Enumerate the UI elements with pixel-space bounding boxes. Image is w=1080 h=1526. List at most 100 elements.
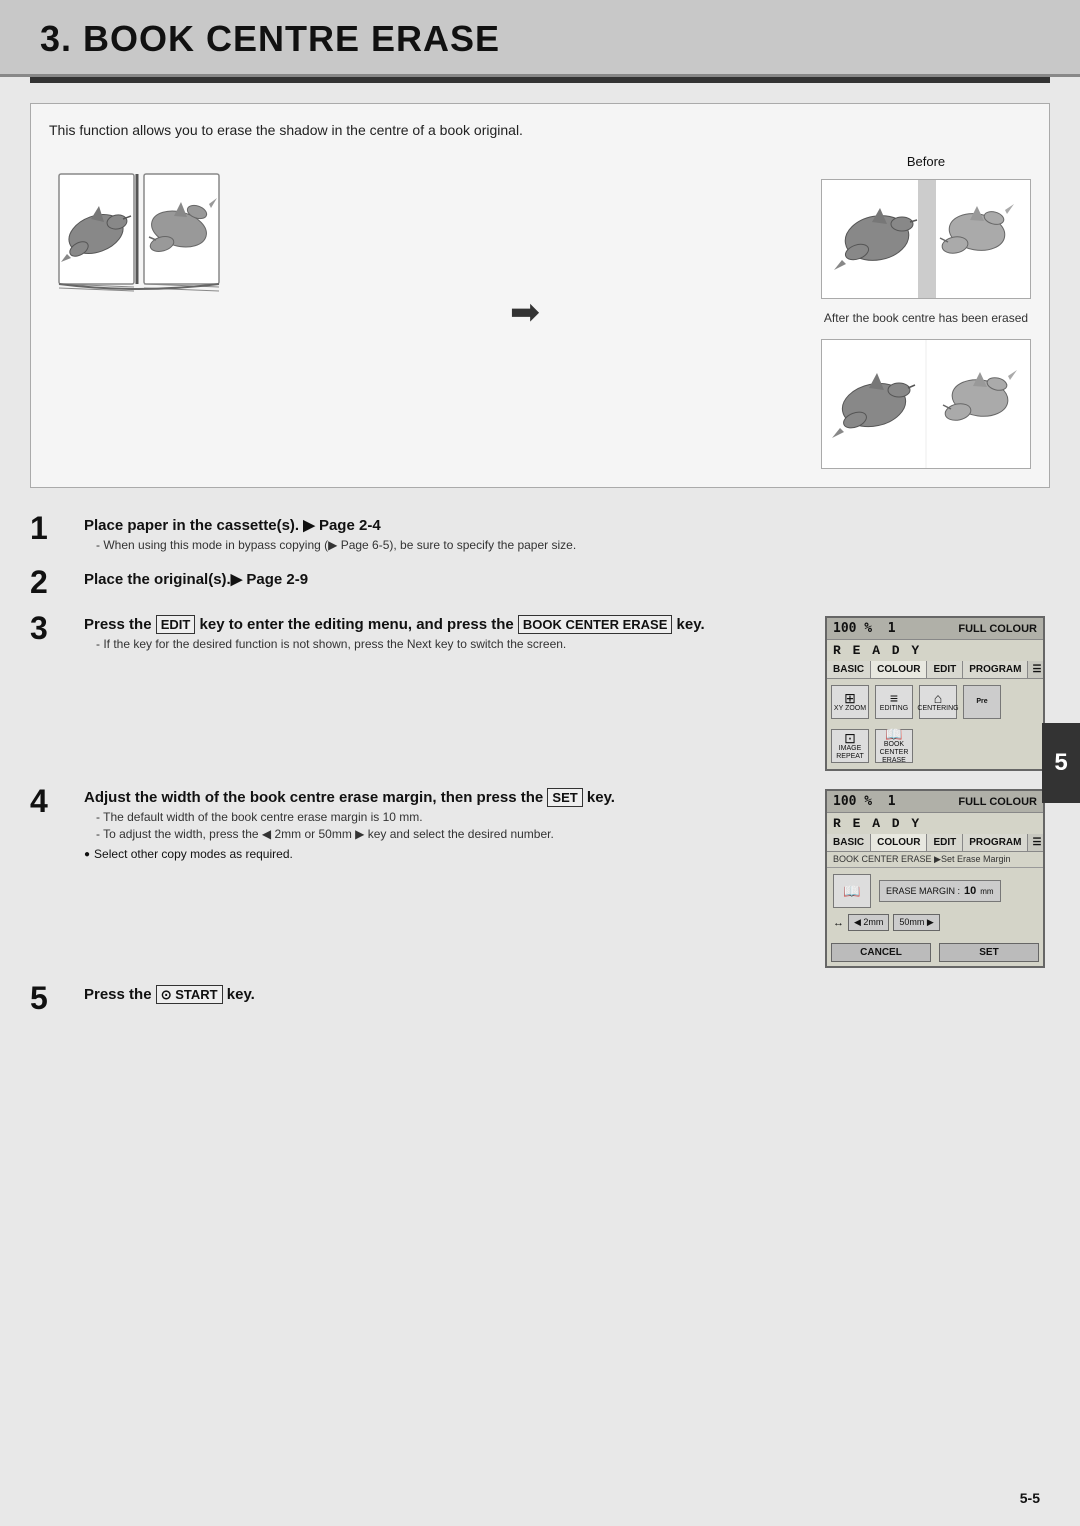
lcd-cancel-btn[interactable]: CANCEL — [831, 943, 931, 962]
illustration-box: This function allows you to erase the sh… — [30, 103, 1050, 488]
page-header: 3. BOOK CENTRE ERASE — [0, 0, 1080, 77]
book-center-erase-label: BOOK CENTER ERASE — [876, 741, 912, 764]
before-label: Before — [907, 154, 945, 169]
step-4-text: Adjust the width of the book centre eras… — [84, 789, 811, 861]
lcd-top-bar-2: 100 % 1 FULL COLOUR — [827, 791, 1043, 813]
erase-margin-unit: mm — [980, 887, 993, 896]
lcd-step4-content: 📖 ERASE MARGIN : 10 mm ↔ ◀ 2mm — [827, 868, 1043, 943]
step-4-number: 4 — [30, 785, 70, 817]
lcd-icons-row-1: ⊞ XY ZOOM ≡ EDITING ⌂ CENTERING — [827, 679, 1043, 725]
image-repeat-label: IMAGE REPEAT — [832, 745, 868, 760]
lcd-mode-2: FULL COLOUR — [958, 796, 1037, 808]
lcd-tab-basic-2[interactable]: BASIC — [827, 834, 871, 851]
before-image-box — [821, 179, 1031, 299]
lcd-tab-program-1[interactable]: PROGRAM — [963, 661, 1028, 678]
lcd-xy-zoom-btn[interactable]: ⊞ XY ZOOM — [831, 685, 869, 719]
book-center-erase-icon: 📖 — [885, 727, 902, 741]
illustration-area: ➡ Before — [49, 154, 1031, 469]
step-4-note-2: To adjust the width, press the ◀ 2mm or … — [96, 827, 811, 841]
lcd-book-icon: 📖 — [843, 884, 860, 898]
step-1-number: 1 — [30, 512, 70, 544]
lcd-tabs-1: BASIC COLOUR EDIT PROGRAM ☰ — [827, 661, 1043, 679]
step-4-content: Adjust the width of the book centre eras… — [84, 789, 1050, 968]
page-number: 5-5 — [1020, 1490, 1040, 1506]
lcd-2mm-btn[interactable]: ◀ 2mm — [848, 914, 889, 931]
lcd-tab-edit-2[interactable]: EDIT — [927, 834, 963, 851]
lcd-ready-2: R E A D Y — [827, 813, 1043, 834]
pre-label: Pre — [976, 698, 987, 706]
lcd-mode-1: FULL COLOUR — [958, 623, 1037, 635]
after-image-svg — [822, 340, 1030, 468]
step-2: 2 Place the original(s).▶ Page 2-9 — [30, 570, 1050, 598]
lcd-panel-2: 100 % 1 FULL COLOUR R E A D Y BASIC COLO… — [825, 789, 1045, 968]
arrow-right-icon: ➡ — [510, 291, 540, 333]
lcd-tab-more-1[interactable]: ☰ — [1028, 661, 1045, 678]
erase-margin-value: 10 — [964, 885, 976, 897]
book-illustration — [49, 154, 229, 309]
step-3: 3 Press the EDIT key to enter the editin… — [30, 616, 1050, 771]
lcd-book-icon-btn[interactable]: 📖 — [833, 874, 871, 908]
image-repeat-icon: ⊡ — [844, 731, 856, 745]
lcd-breadcrumb: BOOK CENTER ERASE ▶Set Erase Margin — [827, 852, 1043, 868]
lcd-bottom-btns: CANCEL SET — [827, 943, 1043, 966]
lcd-book-center-erase-btn[interactable]: 📖 BOOK CENTER ERASE — [875, 729, 913, 763]
step-3-panel: 100 % 1 FULL COLOUR R E A D Y BASIC COLO… — [825, 616, 1050, 771]
centering-label: CENTERING — [917, 705, 958, 713]
lcd-tab-more-2[interactable]: ☰ — [1028, 834, 1045, 851]
lcd-tabs-2: BASIC COLOUR EDIT PROGRAM ☰ — [827, 834, 1043, 852]
after-image-box — [821, 339, 1031, 469]
lcd-tab-edit-1[interactable]: EDIT — [927, 661, 963, 678]
lcd-percent-2: 100 % 1 — [833, 794, 896, 809]
step-1-content: Place paper in the cassette(s). ▶ Page 2… — [84, 516, 1050, 552]
lcd-centering-btn[interactable]: ⌂ CENTERING — [919, 685, 957, 719]
editing-label: EDITING — [880, 705, 908, 713]
lcd-set-btn[interactable]: SET — [939, 943, 1039, 962]
step-4-title: Adjust the width of the book centre eras… — [84, 789, 811, 806]
editing-icon: ≡ — [890, 691, 898, 705]
before-image-svg — [822, 180, 1030, 298]
xy-zoom-icon: ⊞ — [844, 691, 856, 705]
lcd-panel-1: 100 % 1 FULL COLOUR R E A D Y BASIC COLO… — [825, 616, 1045, 771]
lcd-tab-program-2[interactable]: PROGRAM — [963, 834, 1028, 851]
step-1: 1 Place paper in the cassette(s). ▶ Page… — [30, 516, 1050, 552]
bullet-icon: ● — [84, 849, 90, 860]
step-4-bullet-text: Select other copy modes as required. — [94, 847, 293, 861]
step-1-note: When using this mode in bypass copying (… — [96, 538, 1050, 552]
lcd-icons-row-2: ⊡ IMAGE REPEAT 📖 BOOK CENTER ERASE — [827, 725, 1043, 769]
step-4-bullet: ● Select other copy modes as required. — [84, 847, 811, 861]
step-4: 4 Adjust the width of the book centre er… — [30, 789, 1050, 968]
step-3-text: Press the EDIT key to enter the editing … — [84, 616, 811, 651]
xy-zoom-label: XY ZOOM — [834, 705, 866, 713]
step-2-number: 2 — [30, 566, 70, 598]
step-3-title: Press the EDIT key to enter the editing … — [84, 616, 811, 633]
centering-icon: ⌂ — [934, 691, 942, 705]
lcd-top-bar-1: 100 % 1 FULL COLOUR — [827, 618, 1043, 640]
lcd-tab-colour-1[interactable]: COLOUR — [871, 661, 927, 678]
step-1-title: Place paper in the cassette(s). ▶ Page 2… — [84, 516, 1050, 534]
page-title: 3. BOOK CENTRE ERASE — [40, 18, 1040, 60]
step-3-content: Press the EDIT key to enter the editing … — [84, 616, 1050, 771]
step-3-note: If the key for the desired function is n… — [96, 637, 811, 651]
erase-margin-label: ERASE MARGIN : — [886, 886, 960, 896]
book-svg — [49, 154, 229, 309]
lcd-editing-btn[interactable]: ≡ EDITING — [875, 685, 913, 719]
step-3-body: Press the EDIT key to enter the editing … — [84, 616, 1050, 771]
step-4-body: Adjust the width of the book centre eras… — [84, 789, 1050, 968]
right-illustrations: Before — [821, 154, 1031, 469]
step-5-content: Press the ⊙ START key. — [84, 986, 1050, 1007]
step-5-title: Press the ⊙ START key. — [84, 986, 1050, 1003]
lcd-tab-basic-1[interactable]: BASIC — [827, 661, 871, 678]
side-tab: 5 — [1042, 723, 1080, 803]
lcd-pre-btn[interactable]: Pre — [963, 685, 1001, 719]
lcd-erase-box: ERASE MARGIN : 10 mm — [879, 880, 1001, 902]
after-label: After the book centre has been erased — [824, 311, 1028, 325]
lcd-image-repeat-btn[interactable]: ⊡ IMAGE REPEAT — [831, 729, 869, 763]
step-2-title: Place the original(s).▶ Page 2-9 — [84, 570, 1050, 588]
arrows-icon: ↔ — [833, 917, 844, 929]
main-content: This function allows you to erase the sh… — [0, 83, 1080, 1052]
lcd-ready-1: R E A D Y — [827, 640, 1043, 661]
lcd-50mm-btn[interactable]: 50mm ▶ — [893, 914, 939, 931]
lcd-tab-colour-2[interactable]: COLOUR — [871, 834, 927, 851]
lcd-percent-1: 100 % 1 — [833, 621, 896, 636]
step-4-panel: 100 % 1 FULL COLOUR R E A D Y BASIC COLO… — [825, 789, 1050, 968]
